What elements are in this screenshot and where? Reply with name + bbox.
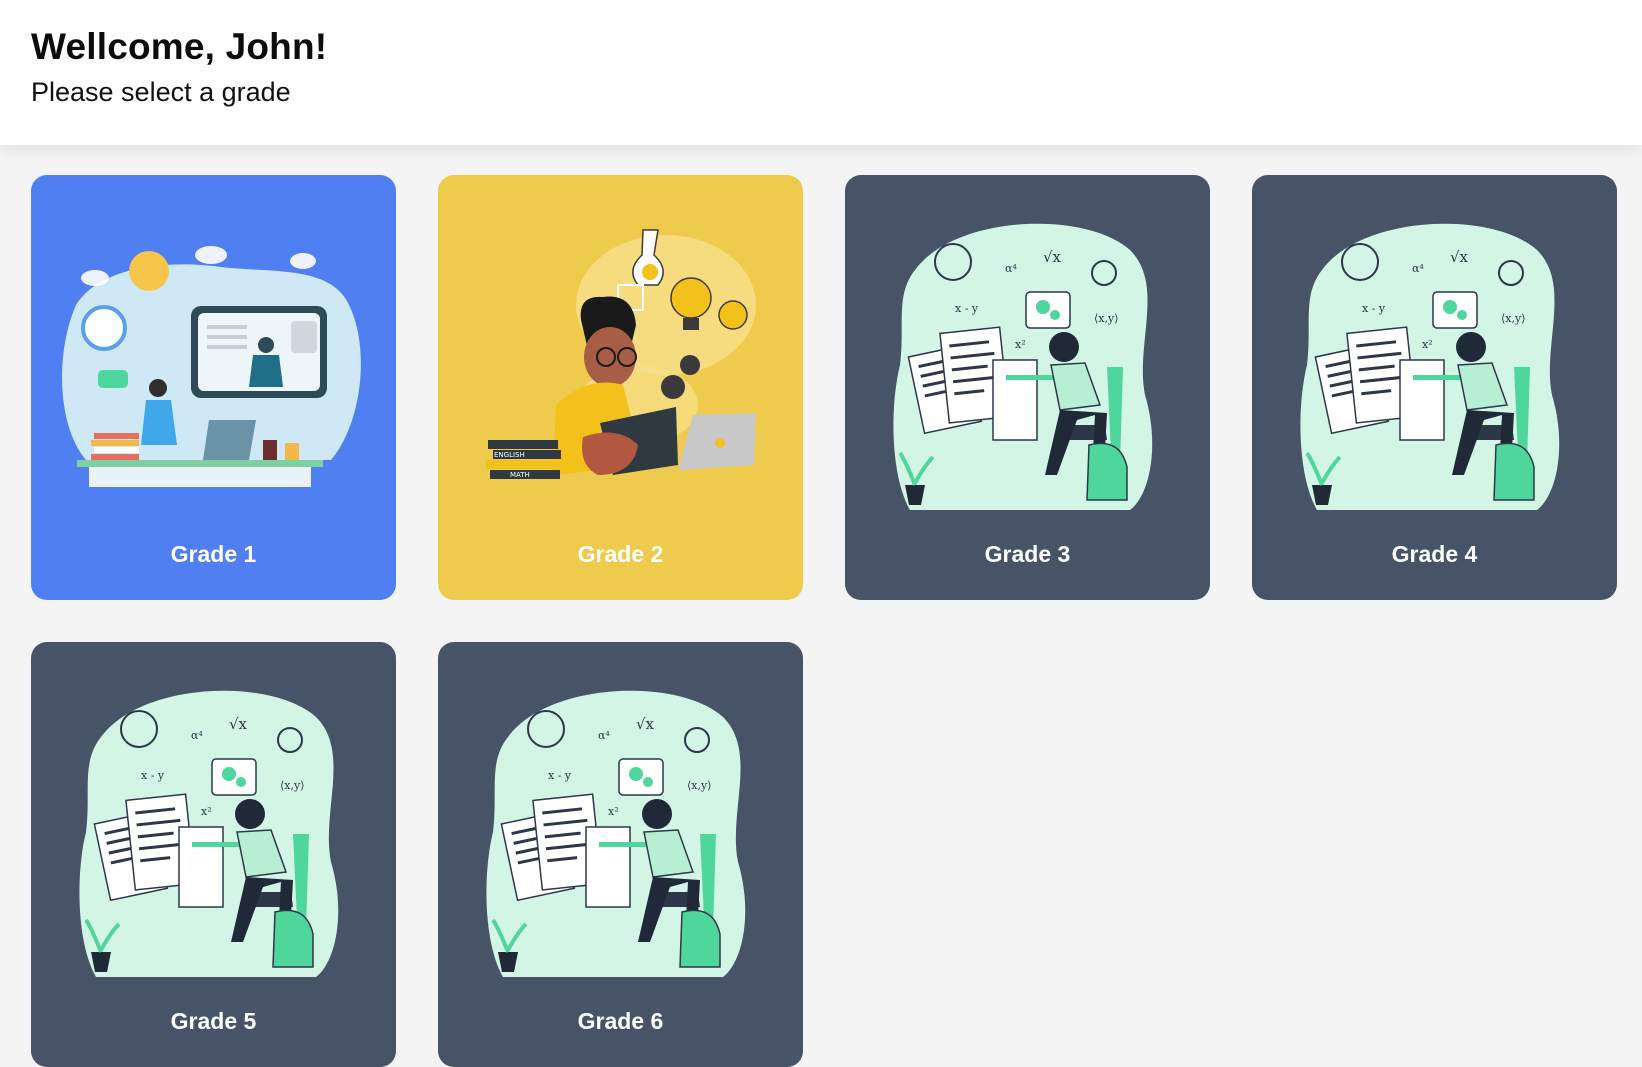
grade-card-label: Grade 1 — [170, 541, 257, 567]
grade-card-4[interactable]: Grade 4 — [1252, 175, 1617, 600]
student-exam-illustration — [438, 642, 803, 1067]
grade-card-label: Grade 3 — [984, 541, 1071, 567]
page-subtitle: Please select a grade — [31, 77, 291, 107]
grade-card-6[interactable]: Grade 6 — [438, 642, 803, 1067]
online-class-illustration — [31, 175, 396, 600]
grade-card-3[interactable]: Grade 3 — [845, 175, 1210, 600]
grade-card-label: Grade 2 — [577, 541, 664, 567]
student-exam-illustration — [845, 175, 1210, 600]
student-exam-illustration — [1252, 175, 1617, 600]
grade-card-5[interactable]: Grade 5 — [31, 642, 396, 1067]
grade-card-label: Grade 6 — [577, 1008, 664, 1034]
grade-card-1[interactable]: Grade 1 — [31, 175, 396, 600]
page-title: Wellcome, John! — [31, 26, 328, 67]
grade-card-label: Grade 5 — [170, 1008, 257, 1034]
student-reading-illustration — [438, 175, 803, 600]
student-exam-illustration — [31, 642, 396, 1067]
header: Wellcome, John! Please select a grade — [0, 0, 1642, 145]
grade-card-2[interactable]: Grade 2 — [438, 175, 803, 600]
grade-grid: Grade 1 Grade 2 Grade 3 Grade 4 Grade 5 … — [31, 175, 1617, 1067]
grade-card-label: Grade 4 — [1391, 541, 1478, 567]
